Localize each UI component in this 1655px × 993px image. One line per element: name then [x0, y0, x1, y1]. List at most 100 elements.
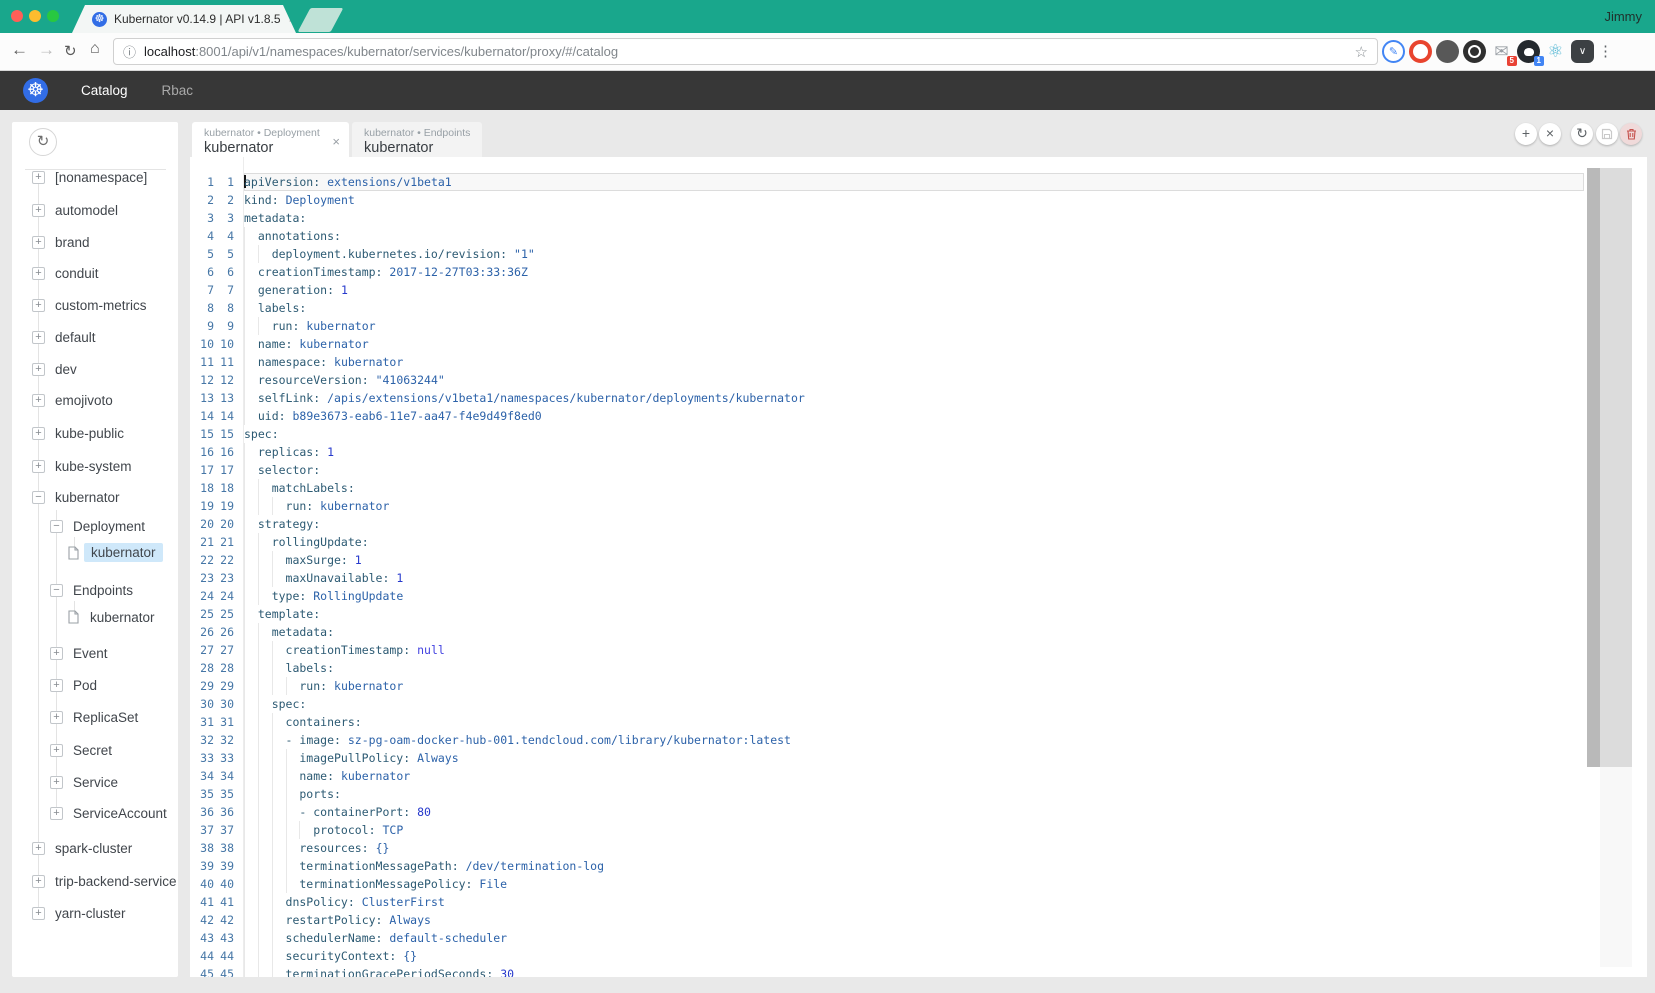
yaml-editor[interactable]: 11apiVersion: extensions/v1beta122kind: …: [190, 157, 1647, 977]
expand-icon[interactable]: +: [50, 776, 63, 789]
tree-item-endpoints[interactable]: −Endpoints: [12, 580, 178, 602]
tree-item-label: Event: [73, 646, 108, 661]
sidebar-refresh-button[interactable]: ↻: [29, 128, 57, 156]
expand-icon[interactable]: +: [32, 267, 45, 280]
evernote-extension-icon[interactable]: [1436, 40, 1459, 63]
window-minimize-button[interactable]: [29, 10, 41, 22]
expand-icon[interactable]: +: [32, 427, 45, 440]
expand-icon[interactable]: +: [32, 907, 45, 920]
expand-icon[interactable]: +: [32, 875, 45, 888]
browser-tab[interactable]: ☸ Kubernator v0.14.9 | API v1.8.5 ×: [72, 5, 296, 33]
back-icon[interactable]: ←: [11, 40, 28, 60]
tree-item-kube-public[interactable]: +kube-public: [12, 423, 178, 445]
nav-item-catalog[interactable]: Catalog: [81, 83, 128, 98]
tree-item-conduit[interactable]: +conduit: [12, 263, 178, 285]
tree-item-replicaset[interactable]: +ReplicaSet: [12, 707, 178, 729]
expand-icon[interactable]: +: [32, 394, 45, 407]
line-number: 2: [214, 191, 234, 209]
tree-item-kubernator[interactable]: −kubernator: [12, 487, 178, 509]
reload-icon[interactable]: ↻: [64, 42, 77, 60]
tree-item-automodel[interactable]: +automodel: [12, 200, 178, 222]
expand-icon[interactable]: +: [50, 711, 63, 724]
tree-item-emojivoto[interactable]: +emojivoto: [12, 390, 178, 412]
expand-icon[interactable]: +: [32, 842, 45, 855]
tree-item-trip-backend-service[interactable]: +trip-backend-service: [12, 871, 178, 893]
collapse-icon[interactable]: −: [50, 520, 63, 533]
line-number: 8: [214, 299, 234, 317]
code-text: rollingUpdate:: [244, 533, 1584, 551]
close-tab-button[interactable]: ×: [1539, 123, 1561, 145]
home-icon[interactable]: ⌂: [90, 40, 100, 58]
window-close-button[interactable]: [11, 10, 23, 22]
dark-circle-extension-icon[interactable]: [1463, 40, 1486, 63]
mail-extension-icon[interactable]: ✉5: [1490, 40, 1513, 63]
tab-title: kubernator: [204, 140, 349, 156]
tree-item-kubernator[interactable]: kubernator: [12, 607, 178, 629]
tab-close-icon[interactable]: ×: [289, 12, 296, 26]
react-devtools-extension-icon[interactable]: ⚛: [1544, 40, 1567, 63]
tree-item--nonamespace-[interactable]: + [nonamespace]: [12, 167, 178, 189]
pocket-extension-icon[interactable]: ∨: [1571, 40, 1594, 63]
tree-item-default[interactable]: +default: [12, 327, 178, 349]
expand-icon[interactable]: +: [32, 236, 45, 249]
expand-icon[interactable]: +: [50, 744, 63, 757]
editor-line: 4545 terminationGracePeriodSeconds: 30: [190, 965, 1584, 977]
expand-icon[interactable]: +: [32, 204, 45, 217]
github-extension-icon[interactable]: 1: [1517, 40, 1540, 63]
line-number: 13: [190, 389, 214, 407]
red-ring-extension-icon[interactable]: [1409, 40, 1432, 63]
file-icon: [68, 610, 79, 624]
tree-item-kubernator[interactable]: kubernator: [12, 543, 178, 565]
forward-icon[interactable]: →: [38, 40, 55, 60]
expand-icon[interactable]: +: [32, 331, 45, 344]
editor-line: 2323 maxUnavailable: 1: [190, 569, 1584, 587]
tree-item-deployment[interactable]: −Deployment: [12, 516, 178, 538]
tree-item-yarn-cluster[interactable]: +yarn-cluster: [12, 903, 178, 925]
line-number: 35: [214, 785, 234, 803]
expand-icon[interactable]: +: [32, 171, 45, 184]
resource-tab-deployment[interactable]: kubernator • Deployment kubernator ×: [192, 122, 349, 157]
save-resource-button[interactable]: [1596, 123, 1618, 145]
add-tab-button[interactable]: +: [1515, 123, 1537, 145]
tree-item-kube-system[interactable]: +kube-system: [12, 456, 178, 478]
expand-icon[interactable]: +: [50, 647, 63, 660]
tree-item-secret[interactable]: +Secret: [12, 740, 178, 762]
window-zoom-button[interactable]: [47, 10, 59, 22]
tree-item-label: [nonamespace]: [55, 170, 147, 185]
line-number: 36: [190, 803, 214, 821]
tree-item-dev[interactable]: +dev: [12, 359, 178, 381]
nav-item-rbac[interactable]: Rbac: [162, 83, 194, 98]
tree-item-spark-cluster[interactable]: +spark-cluster: [12, 838, 178, 860]
tree-item-event[interactable]: + Event: [12, 643, 178, 665]
editor-scrollbar-thumb[interactable]: [1600, 168, 1632, 767]
code-text: selector:: [244, 461, 1584, 479]
browser-menu-icon[interactable]: ⋮: [1598, 42, 1613, 60]
editor-line: 2929 run: kubernator: [190, 677, 1584, 695]
collapse-icon[interactable]: −: [50, 584, 63, 597]
tree-item-service[interactable]: +Service: [12, 772, 178, 794]
page-info-icon[interactable]: ⓘ: [123, 42, 136, 61]
resource-tab-endpoints[interactable]: kubernator • Endpoints kubernator: [352, 122, 482, 157]
address-bar[interactable]: ⓘ localhost:8001/api/v1/namespaces/kuber…: [113, 38, 1378, 65]
expand-icon[interactable]: +: [32, 363, 45, 376]
tree-item-custom-metrics[interactable]: +custom-metrics: [12, 295, 178, 317]
expand-icon[interactable]: +: [32, 460, 45, 473]
editor-line: 2121 rollingUpdate:: [190, 533, 1584, 551]
pen-extension-icon[interactable]: ✎: [1382, 40, 1405, 63]
new-tab-button[interactable]: [298, 8, 344, 32]
reload-resource-button[interactable]: ↻: [1571, 123, 1593, 145]
expand-icon[interactable]: +: [50, 679, 63, 692]
expand-icon[interactable]: +: [32, 299, 45, 312]
bookmark-star-icon[interactable]: ☆: [1355, 43, 1368, 61]
tree-item-brand[interactable]: +brand: [12, 232, 178, 254]
expand-icon[interactable]: +: [50, 807, 63, 820]
code-text: matchLabels:: [244, 479, 1584, 497]
collapse-icon[interactable]: −: [32, 491, 45, 504]
line-number: 10: [214, 335, 234, 353]
editor-line: 22kind: Deployment: [190, 191, 1584, 209]
delete-resource-button[interactable]: [1620, 123, 1642, 145]
browser-profile-name[interactable]: Jimmy: [1604, 9, 1642, 24]
tree-item-pod[interactable]: +Pod: [12, 675, 178, 697]
tree-item-serviceaccount[interactable]: +ServiceAccount: [12, 803, 178, 825]
tab-close-icon[interactable]: ×: [332, 134, 340, 149]
